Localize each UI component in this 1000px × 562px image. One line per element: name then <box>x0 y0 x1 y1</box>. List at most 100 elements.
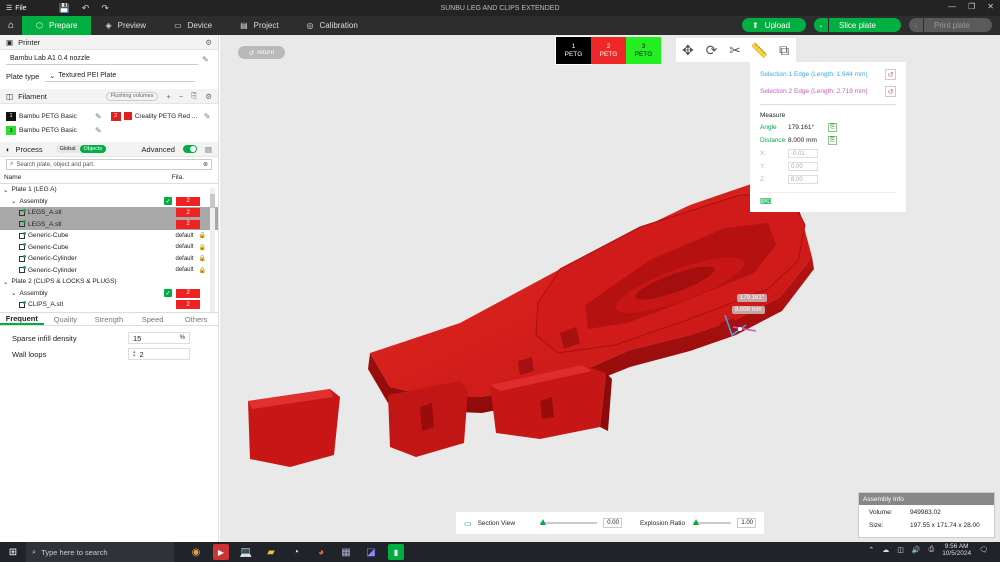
filament-badge[interactable]: 2 <box>176 300 200 310</box>
wall-loops-stepper[interactable]: ▴ ▾ 2 <box>128 348 190 360</box>
advanced-switch[interactable] <box>182 145 197 153</box>
tab-project[interactable]: ▤ Project <box>226 16 292 35</box>
tree-row[interactable]: Generic-Cube default 🔒 <box>0 230 218 242</box>
expand-chevron-icon[interactable]: ⌄ <box>3 186 8 194</box>
file-explorer-icon[interactable]: ▰ <box>263 544 279 560</box>
explosion-ratio-slider[interactable] <box>693 519 731 525</box>
z-field[interactable]: 8.00 <box>788 175 818 184</box>
app-user-icon[interactable]: ◪ <box>363 544 379 560</box>
tab-device[interactable]: ▭ Device <box>160 16 226 35</box>
filament-badge[interactable]: 2 <box>176 288 200 298</box>
filament-sync-icon[interactable]: ⎘ <box>191 91 197 101</box>
copy-distance-icon[interactable]: ⎘ <box>828 136 837 145</box>
filament-button-1[interactable]: 1 PETG <box>555 36 592 65</box>
keyboard-icon[interactable]: ⌨ <box>760 197 772 206</box>
section-view-knob[interactable] <box>540 519 547 525</box>
expand-chevron-icon[interactable]: ⌄ <box>11 197 16 205</box>
return-button[interactable]: ↺ return <box>238 46 285 59</box>
cut-icon[interactable]: ✂ <box>727 42 743 59</box>
laptop-icon[interactable]: 💻 <box>238 544 254 560</box>
undo-icon[interactable]: ↶ <box>82 3 90 14</box>
volume-icon[interactable]: 🔊 <box>912 546 921 554</box>
section-view-value[interactable]: 0.00 <box>602 518 622 528</box>
filament-1-name[interactable]: Bambu PETG Basic <box>19 113 92 120</box>
sparse-infill-input[interactable]: 15% <box>128 332 190 344</box>
lock-icon[interactable]: 🔒 <box>199 255 206 262</box>
rotate-icon[interactable]: ⟳ <box>704 42 720 59</box>
expand-chevron-icon[interactable]: ⌄ <box>11 289 16 297</box>
remove-filament-icon[interactable]: − <box>179 92 183 101</box>
filament-badge[interactable]: 2 <box>176 208 200 218</box>
visibility-checkbox[interactable]: ✓ <box>164 289 172 298</box>
add-filament-icon[interactable]: + <box>166 92 170 101</box>
network-icon[interactable]: ◫ <box>897 546 904 554</box>
tree-row[interactable]: LEGS_A.stl 2 <box>0 207 218 219</box>
move-icon[interactable]: ✥ <box>680 42 696 59</box>
x-field[interactable]: -0.01 <box>788 149 818 158</box>
filament-1-swatch[interactable]: 1 <box>6 111 16 121</box>
video-app-icon[interactable]: ▶ <box>213 544 229 560</box>
slice-options-chevron-icon[interactable]: ⌄ <box>814 18 828 32</box>
slice-plate-button[interactable]: Slice plate <box>829 18 901 32</box>
filament-button-3[interactable]: 3 PETG <box>626 37 661 64</box>
tree-scrollbar-thumb[interactable] <box>210 194 215 208</box>
plate-type-select[interactable]: ⌄ Textured PEI Plate <box>45 70 196 82</box>
tree-scrollbar[interactable] <box>210 188 215 312</box>
filament-2-swatch[interactable]: 2 <box>110 111 121 121</box>
visibility-checkbox[interactable]: ✓ <box>164 197 172 206</box>
firefox-icon[interactable]: ◕ <box>313 544 329 560</box>
stepper-arrows-icon[interactable]: ▴ ▾ <box>133 350 136 359</box>
printer-select[interactable]: Bambu Lab A1 0.4 nozzle <box>6 53 198 65</box>
lock-icon[interactable]: 🔒 <box>199 244 206 251</box>
filament-badge[interactable]: 2 <box>176 196 200 206</box>
global-objects-toggle[interactable]: Global Objects <box>55 145 107 153</box>
windows-start-icon[interactable]: ⊞ <box>0 547 26 558</box>
tree-row[interactable]: Generic-Cube default 🔒 <box>0 242 218 254</box>
file-menu[interactable]: ☰ File <box>0 4 33 13</box>
filament-3-swatch[interactable]: 3 <box>6 126 16 135</box>
tab-others[interactable]: Others <box>174 315 218 324</box>
tab-calibration[interactable]: ◎ Calibration <box>293 16 372 35</box>
printer-settings-icon[interactable]: ⚙ <box>205 38 212 47</box>
filament-settings-icon[interactable]: ⚙ <box>205 92 212 101</box>
tab-quality[interactable]: Quality <box>44 315 88 324</box>
tab-strength[interactable]: Strength <box>87 315 131 324</box>
process-list-icon[interactable]: ▤ <box>205 145 212 154</box>
close-icon[interactable]: ✕ <box>987 2 994 11</box>
edit-filament-1-icon[interactable]: ✎ <box>95 112 102 121</box>
tab-frequent[interactable]: Frequent <box>0 314 44 325</box>
redo-icon[interactable]: ↷ <box>101 3 109 14</box>
tab-preview[interactable]: ◈ Preview <box>91 16 160 35</box>
tree-row[interactable]: Generic-Cylinder default 🔒 <box>0 265 218 277</box>
filament-badge[interactable]: 2 <box>176 219 200 229</box>
restore-icon[interactable]: ❐ <box>968 2 975 11</box>
tree-plate-row[interactable]: ⌄ Plate 2 (CLIPS & LOCKS & PLUGS) <box>0 276 218 288</box>
edit-filament-2-icon[interactable]: ✎ <box>204 112 211 121</box>
tab-speed[interactable]: Speed <box>131 315 175 324</box>
save-icon[interactable]: 💾 <box>59 3 70 14</box>
printer-tray-icon[interactable]: ⎙ <box>929 546 935 554</box>
edit-printer-icon[interactable]: ✎ <box>202 55 209 64</box>
filament-2-name[interactable]: Creality PETG Red ... <box>135 113 201 120</box>
reset-selection-1-icon[interactable]: ↺ <box>885 69 896 80</box>
print-options-chevron-icon[interactable]: ⌄ <box>909 18 923 32</box>
calculator-icon[interactable]: ▦ <box>338 544 354 560</box>
bambu-studio-icon[interactable]: ▮ <box>388 544 404 560</box>
copy-angle-icon[interactable]: ⎘ <box>828 123 837 132</box>
taskbar-search[interactable]: ⌕ Type here to search <box>26 542 174 562</box>
explosion-ratio-value[interactable]: 1.00 <box>736 518 757 528</box>
clock[interactable]: 9:56 AM 10/5/2024 <box>942 543 971 558</box>
cloud-icon[interactable]: ☁ <box>882 546 889 554</box>
3d-viewport[interactable]: ↺ return 1 PETG 2 PETG 3 PETG ✥ ⟳ ✂ 📏 ⧉ Sele… <box>220 35 1000 542</box>
tray-chevron-icon[interactable]: ⌃ <box>868 546 874 554</box>
tab-prepare[interactable]: ⬡ Prepare <box>22 16 92 35</box>
lock-icon[interactable]: 🔒 <box>199 232 206 239</box>
assembly-icon[interactable]: ⧉ <box>776 42 792 59</box>
upload-button[interactable]: ⬆ Upload <box>742 18 806 32</box>
notifications-icon[interactable]: 🗨 <box>979 546 988 554</box>
reset-selection-2-icon[interactable]: ↺ <box>885 86 896 97</box>
object-search-input[interactable]: ⌕ Search plate, object and part. ⊗ <box>6 159 212 170</box>
home-icon[interactable]: ⌂ <box>0 16 22 35</box>
filament-button-2[interactable]: 2 PETG <box>591 37 626 64</box>
chrome-icon[interactable]: ◉ <box>188 544 204 560</box>
